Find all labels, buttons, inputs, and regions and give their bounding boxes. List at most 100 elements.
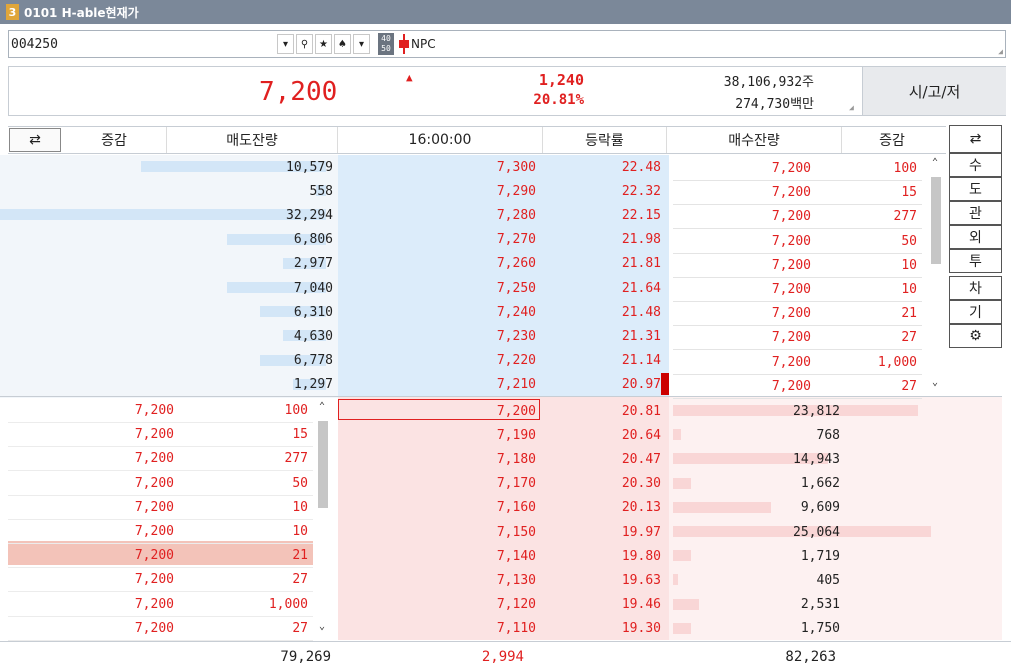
- tick-qty: 10: [179, 520, 313, 544]
- tick-qty: 15: [179, 423, 313, 448]
- ask-price[interactable]: 7,210: [338, 373, 541, 397]
- ask-price[interactable]: 7,290: [338, 179, 541, 203]
- totals-row: 79,269 2,994 82,263: [0, 642, 1011, 672]
- scroll-up-icon[interactable]: ⌃: [932, 157, 938, 168]
- bid-price[interactable]: 7,160: [338, 496, 541, 520]
- bid-price[interactable]: 7,180: [338, 447, 541, 471]
- ask-qty: 1,297: [293, 377, 333, 393]
- bid-qty: 25,064: [793, 524, 840, 540]
- side-button-4[interactable]: 외: [949, 225, 1002, 249]
- bid-price[interactable]: 7,120: [338, 593, 541, 617]
- bid-price[interactable]: 7,110: [338, 617, 541, 641]
- ask-price[interactable]: 7,250: [338, 276, 541, 300]
- scroll-up-icon[interactable]: ⌃: [319, 401, 325, 412]
- tick-qty: 277: [179, 447, 313, 472]
- dropdown-icon[interactable]: ▾: [277, 34, 294, 54]
- bid-price[interactable]: 7,150: [338, 520, 541, 544]
- tick-price: 7,200: [673, 181, 816, 206]
- ask-price[interactable]: 7,280: [338, 203, 541, 227]
- tick-qty: 27: [816, 375, 922, 399]
- bid-price[interactable]: 7,200: [338, 399, 541, 423]
- stock-code-input[interactable]: 004250: [9, 31, 275, 57]
- bid-price[interactable]: 7,130: [338, 568, 541, 592]
- badge-bottom: 50: [381, 44, 391, 53]
- ask-price[interactable]: 7,220: [338, 349, 541, 373]
- side-button-7[interactable]: 기: [949, 300, 1002, 324]
- corner-grip-icon: ◢: [849, 103, 854, 112]
- badge-top: 40: [381, 34, 391, 43]
- side-button-6[interactable]: 차: [949, 276, 1002, 300]
- bid-rate: 19.30: [621, 621, 661, 637]
- search-icon[interactable]: ⚲: [296, 34, 313, 54]
- tick-price: 7,200: [8, 496, 179, 520]
- ask-qty: 4,630: [293, 328, 333, 344]
- tick-price: 7,200: [673, 278, 816, 302]
- side-button-panel: ⇄ 수 도 관 외 투 차 기 ⚙: [949, 125, 1002, 348]
- swap-left-button[interactable]: ⇄: [9, 128, 61, 152]
- bid-rate: 20.30: [621, 476, 661, 492]
- open-high-low-button[interactable]: 시/고/저: [862, 67, 1006, 115]
- menu-dropdown-icon[interactable]: ▾: [353, 34, 370, 54]
- bid-price[interactable]: 7,170: [338, 472, 541, 496]
- window-title: 0101 H-able현재가: [24, 5, 139, 20]
- tick-price: 7,200: [8, 472, 179, 496]
- bid-price[interactable]: 7,140: [338, 544, 541, 568]
- ask-rate: 20.97: [621, 377, 661, 393]
- ask-rate: 22.15: [621, 207, 661, 223]
- tick-price: 7,200: [8, 617, 179, 641]
- bid-qty: 1,750: [800, 621, 840, 637]
- scroll-down-icon[interactable]: ⌄: [932, 377, 938, 388]
- right-tick-scrollbar[interactable]: ⌃ ⌄: [929, 155, 943, 395]
- ask-rate: 21.98: [621, 232, 661, 248]
- left-tick-scrollbar[interactable]: ⌃ ⌄: [316, 399, 330, 639]
- bid-rate: 20.13: [621, 500, 661, 516]
- scroll-down-icon[interactable]: ⌄: [319, 621, 325, 632]
- ask-rate: 21.48: [621, 304, 661, 320]
- ask-price[interactable]: 7,300: [338, 155, 541, 179]
- scroll-thumb[interactable]: [318, 421, 328, 508]
- ask-price[interactable]: 7,240: [338, 300, 541, 324]
- tick-qty: 27: [179, 617, 313, 641]
- ask-qty: 6,778: [293, 353, 333, 369]
- ask-price[interactable]: 7,230: [338, 324, 541, 348]
- ask-rate: 22.48: [621, 159, 661, 175]
- resize-grip-icon: ◢: [998, 47, 1003, 56]
- ask-price[interactable]: 7,270: [338, 228, 541, 252]
- tick-qty: 50: [179, 472, 313, 496]
- tick-price: 7,200: [673, 205, 816, 230]
- header-change-right: 증감: [879, 133, 905, 149]
- ask-price[interactable]: 7,260: [338, 252, 541, 276]
- swap-right-button[interactable]: ⇄: [949, 125, 1002, 153]
- bid-qty: 405: [816, 572, 840, 588]
- scroll-thumb[interactable]: [931, 177, 941, 264]
- price-change: 1,240: [538, 71, 584, 89]
- ask-qty: 6,806: [293, 232, 333, 248]
- bid-total: 82,263: [785, 649, 836, 665]
- 40-50-badge[interactable]: 40 50: [378, 33, 394, 55]
- ask-qty: 6,310: [293, 304, 333, 320]
- candle-icon: [399, 34, 409, 54]
- ask-qty: 10,579: [286, 159, 333, 175]
- trade-amount: 274,730백만: [735, 97, 814, 112]
- bid-rate: 20.64: [621, 427, 661, 443]
- favorite-star-icon[interactable]: ★: [315, 34, 332, 54]
- settings-gear-icon[interactable]: ⚙: [949, 324, 1002, 348]
- tick-price: 7,200: [8, 593, 179, 617]
- tick-qty: 10: [816, 254, 922, 278]
- header-ask-qty: 매도잔량: [167, 127, 338, 153]
- ask-rate: 21.14: [621, 353, 661, 369]
- side-button-1[interactable]: 수: [949, 153, 1002, 177]
- tick-qty: 1,000: [179, 593, 313, 617]
- tick-price: 7,200: [8, 520, 179, 544]
- side-button-2[interactable]: 도: [949, 177, 1002, 201]
- bid-rate: 20.47: [621, 451, 661, 467]
- bid-price[interactable]: 7,190: [338, 423, 541, 447]
- tick-qty: 1,000: [816, 351, 922, 375]
- bid-rate: 20.81: [621, 403, 661, 419]
- current-price: 7,200: [259, 77, 338, 107]
- side-button-3[interactable]: 관: [949, 201, 1002, 225]
- bid-rate: 19.46: [621, 597, 661, 613]
- spade-icon[interactable]: ♠: [334, 34, 351, 54]
- bid-rate: 19.80: [621, 548, 661, 564]
- side-button-5[interactable]: 투: [949, 249, 1002, 273]
